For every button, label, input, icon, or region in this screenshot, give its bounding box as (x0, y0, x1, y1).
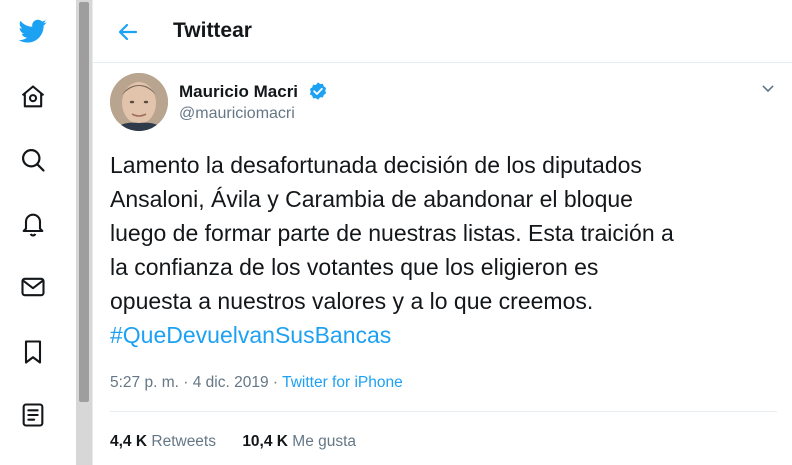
bookmark-icon[interactable] (14, 333, 52, 371)
main-column: Twittear Mauricio Macri @mauriciomacri L… (92, 0, 792, 465)
retweets-label: Retweets (151, 433, 216, 450)
tweet-time[interactable]: 5:27 p. m. (110, 374, 179, 391)
meta-separator: · (272, 374, 279, 391)
tweet-text: Lamento la desafortunada decisión de los… (110, 148, 780, 352)
list-icon[interactable] (14, 396, 52, 434)
tweet-text-line: Lamento la desafortunada decisión de los… (110, 152, 642, 178)
tweet-source-link[interactable]: Twitter for iPhone (282, 374, 403, 391)
arrow-left-icon (118, 23, 138, 41)
likes-label: Me gusta (292, 433, 357, 450)
mail-icon[interactable] (14, 268, 52, 306)
twitter-logo-icon[interactable] (14, 12, 52, 50)
page-title: Twittear (173, 19, 252, 42)
chevron-down-icon (762, 85, 774, 92)
meta-separator: · (183, 374, 189, 391)
back-button[interactable] (111, 15, 145, 49)
scrollbar-thumb[interactable] (79, 2, 89, 402)
page-header: Twittear (93, 0, 792, 63)
search-icon[interactable] (14, 141, 52, 179)
retweets-count: 4,4 K (110, 433, 148, 450)
tweet-stats: 4,4 K Retweets 10,4 K Me gusta (110, 433, 378, 451)
retweets-stat[interactable]: 4,4 K Retweets (110, 433, 216, 451)
tweet-text-line: Ansaloni, Ávila y Carambia de abandonar … (110, 186, 633, 212)
likes-stat[interactable]: 10,4 K Me gusta (242, 433, 356, 451)
tweet-date[interactable]: 4 dic. 2019 (193, 374, 269, 391)
tweet-text-line: la confianza de los votantes que los eli… (110, 254, 599, 280)
avatar[interactable] (110, 73, 168, 131)
more-options-button[interactable] (757, 78, 779, 100)
divider (110, 411, 777, 412)
tweet-text-line: opuesta a nuestros valores y a lo que cr… (110, 288, 594, 314)
author-name[interactable]: Mauricio Macri (179, 82, 298, 102)
verified-badge-icon (309, 82, 327, 100)
bell-icon[interactable] (14, 205, 52, 243)
tweet-text-line: luego de formar parte de nuestras listas… (110, 220, 674, 246)
tweet-meta: 5:27 p. m. · 4 dic. 2019 · Twitter for i… (110, 374, 403, 392)
hashtag-link[interactable]: #QueDevuelvanSusBancas (110, 318, 780, 352)
sidebar-nav (0, 0, 68, 465)
author-handle[interactable]: @mauriciomacri (179, 105, 295, 123)
likes-count: 10,4 K (242, 433, 288, 450)
home-icon[interactable] (14, 78, 52, 116)
